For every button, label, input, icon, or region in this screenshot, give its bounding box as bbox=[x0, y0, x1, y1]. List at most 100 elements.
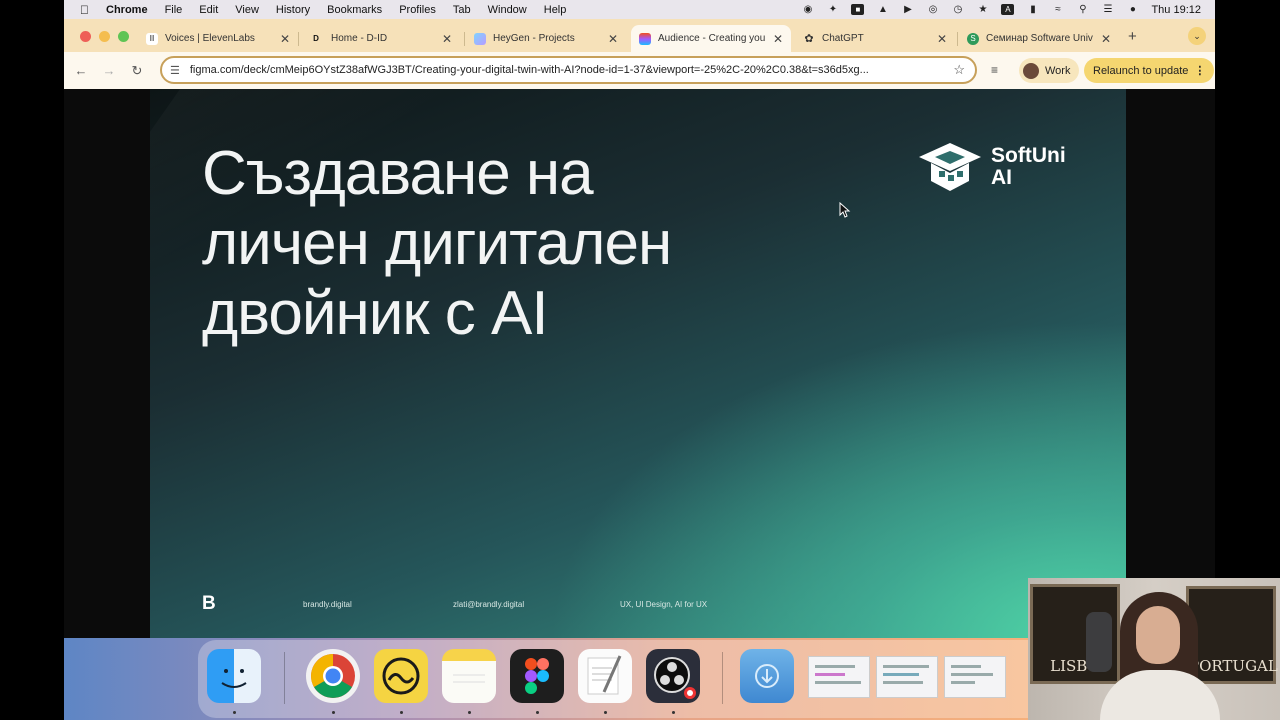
graduation-cap-icon bbox=[919, 143, 981, 191]
softuni-ai-logo: SoftUni AI bbox=[917, 141, 1066, 193]
office-chair bbox=[1086, 612, 1112, 672]
close-tab-icon[interactable]: ✕ bbox=[608, 32, 618, 46]
input-source-icon[interactable]: A bbox=[1001, 4, 1015, 15]
dock-running-dot bbox=[672, 711, 675, 714]
site-info-icon[interactable]: ☰ bbox=[170, 64, 180, 77]
basecamp-dock-icon[interactable] bbox=[374, 649, 428, 703]
tab-separator bbox=[464, 32, 465, 46]
menu-view[interactable]: View bbox=[235, 4, 259, 16]
battery-icon[interactable]: ▮ bbox=[1026, 4, 1039, 15]
new-tab-button[interactable]: + bbox=[1128, 28, 1137, 45]
figma-logo-icon bbox=[525, 658, 549, 694]
logo-line-softuni: SoftUni bbox=[991, 144, 1066, 167]
poster-portugal-text: PORTUGAL bbox=[1189, 657, 1278, 675]
close-tab-icon[interactable]: ✕ bbox=[442, 32, 452, 46]
bluetooth-icon[interactable]: ★ bbox=[976, 4, 989, 15]
back-arrow-icon[interactable]: ← bbox=[67, 63, 95, 78]
reading-list-icon[interactable]: ≡ bbox=[991, 63, 998, 77]
menu-tab[interactable]: Tab bbox=[453, 4, 471, 16]
dock-separator bbox=[284, 652, 285, 704]
elevenlabs-icon: II bbox=[146, 32, 158, 45]
minimize-window-button[interactable] bbox=[99, 31, 110, 42]
more-menu-icon[interactable]: ⋮ bbox=[1194, 64, 1205, 77]
app-status-icon[interactable]: ■ bbox=[851, 4, 865, 15]
play-icon[interactable]: ▶ bbox=[901, 4, 914, 15]
dock-running-dot bbox=[536, 711, 539, 714]
logo-wordmark: SoftUni AI bbox=[991, 145, 1066, 189]
tab-elevenlabs[interactable]: II Voices | ElevenLabs ✕ bbox=[138, 25, 298, 52]
dock-running-dot bbox=[332, 711, 335, 714]
figma-icon bbox=[639, 32, 651, 45]
tab-softuni[interactable]: S Семинар Software Univ ✕ bbox=[959, 25, 1119, 52]
tab-title: Семинар Software Univ bbox=[986, 33, 1093, 44]
menu-bookmarks[interactable]: Bookmarks bbox=[327, 4, 382, 16]
presentation-slide[interactable]: Създаване на личен дигитален двойник с A… bbox=[150, 89, 1126, 638]
time-machine-icon[interactable]: ◷ bbox=[951, 4, 964, 15]
downloads-folder-icon[interactable] bbox=[740, 649, 794, 703]
apple-menu-icon[interactable]:  bbox=[80, 3, 94, 17]
footer-email: zlati@brandly.digital bbox=[453, 600, 525, 609]
slide-title-line: двойник с AI bbox=[202, 279, 549, 348]
menu-help[interactable]: Help bbox=[544, 4, 567, 16]
forward-arrow-icon[interactable]: → bbox=[95, 63, 123, 78]
obs-status-icon[interactable]: ◉ bbox=[801, 4, 814, 15]
minimized-window-thumbnail[interactable] bbox=[808, 656, 870, 698]
screen-share-icon[interactable]: ▲ bbox=[876, 4, 889, 15]
tab-title: Audience - Creating you bbox=[658, 33, 766, 44]
fullscreen-window-button[interactable] bbox=[118, 31, 129, 42]
minimized-window-thumbnail[interactable] bbox=[876, 656, 938, 698]
tab-title: Home - D-ID bbox=[331, 33, 388, 44]
tab-search-chevron-icon[interactable]: ⌄ bbox=[1188, 27, 1206, 45]
tab-chatgpt[interactable]: ✿ ChatGPT ✕ bbox=[795, 25, 955, 52]
siri-icon[interactable]: ● bbox=[1126, 4, 1139, 15]
dock-running-dot bbox=[468, 711, 471, 714]
close-tab-icon[interactable]: ✕ bbox=[773, 32, 783, 46]
logo-line-ai: AI bbox=[991, 166, 1012, 189]
figma-status-icon[interactable]: ✦ bbox=[826, 4, 839, 15]
reload-icon[interactable]: ↻ bbox=[123, 63, 151, 79]
close-window-button[interactable] bbox=[80, 31, 91, 42]
control-center-icon[interactable]: ☰ bbox=[1101, 4, 1114, 15]
close-tab-icon[interactable]: ✕ bbox=[937, 32, 947, 46]
figma-dock-icon[interactable] bbox=[510, 649, 564, 703]
close-tab-icon[interactable]: ✕ bbox=[280, 32, 290, 46]
macos-dock-area bbox=[64, 638, 1038, 720]
menu-file[interactable]: File bbox=[165, 4, 183, 16]
menu-history[interactable]: History bbox=[276, 4, 310, 16]
bookmark-star-icon[interactable]: ☆ bbox=[953, 62, 965, 78]
profile-label: Work bbox=[1045, 64, 1071, 77]
address-bar[interactable]: ☰ figma.com/deck/cmMeip6OYstZ38afWGJ3BT/… bbox=[160, 56, 977, 84]
profile-button[interactable]: Work bbox=[1019, 58, 1080, 83]
textedit-dock-icon[interactable] bbox=[578, 649, 632, 703]
webcam-overlay: LISBO PORTUGAL bbox=[1028, 578, 1280, 720]
wifi-icon[interactable]: ≈ bbox=[1051, 4, 1064, 15]
chrome-dock-icon[interactable] bbox=[306, 649, 360, 703]
presenter-face bbox=[1136, 606, 1180, 664]
tab-figma-audience[interactable]: Audience - Creating you ✕ bbox=[631, 25, 791, 52]
notes-lines-icon bbox=[453, 674, 485, 683]
slide-title-line: Създаване на bbox=[202, 139, 594, 208]
tab-title: Voices | ElevenLabs bbox=[165, 33, 255, 44]
footer-topics: UX, UI Design, AI for UX bbox=[620, 600, 708, 609]
softuni-icon: S bbox=[967, 32, 979, 45]
finder-icon[interactable] bbox=[207, 649, 261, 703]
tab-separator bbox=[298, 32, 299, 46]
menu-window[interactable]: Window bbox=[488, 4, 527, 16]
obs-dock-icon[interactable] bbox=[646, 649, 700, 703]
menu-clock[interactable]: Thu 19:12 bbox=[1151, 4, 1201, 16]
tab-heygen[interactable]: HeyGen - Projects ✕ bbox=[466, 25, 626, 52]
relaunch-to-update-button[interactable]: Relaunch to update ⋮ bbox=[1084, 58, 1215, 83]
menu-app-name[interactable]: Chrome bbox=[106, 4, 148, 16]
minimized-window-thumbnail[interactable] bbox=[944, 656, 1006, 698]
menu-profiles[interactable]: Profiles bbox=[399, 4, 436, 16]
address-url[interactable]: figma.com/deck/cmMeip6OYstZ38afWGJ3BT/Cr… bbox=[190, 64, 942, 76]
notes-dock-icon[interactable] bbox=[442, 649, 496, 703]
dock-separator bbox=[722, 652, 723, 704]
tab-did[interactable]: D Home - D-ID ✕ bbox=[300, 25, 460, 52]
activity-icon[interactable]: ◎ bbox=[926, 4, 939, 15]
close-tab-icon[interactable]: ✕ bbox=[1101, 32, 1111, 46]
menu-edit[interactable]: Edit bbox=[199, 4, 218, 16]
dock-running-dot bbox=[233, 711, 236, 714]
spotlight-search-icon[interactable]: ⚲ bbox=[1076, 4, 1089, 15]
chrome-toolbar: ← → ↻ ☰ figma.com/deck/cmMeip6OYstZ38afW… bbox=[64, 52, 1215, 89]
